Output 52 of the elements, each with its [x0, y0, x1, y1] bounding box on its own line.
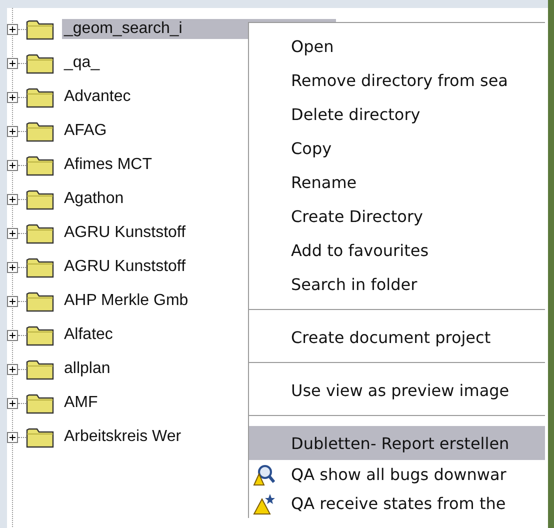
folder-icon [26, 18, 54, 40]
folder-label[interactable]: AGRU Kunststoff [62, 223, 188, 243]
menu-item[interactable]: Delete directory [249, 97, 545, 131]
menu-item[interactable]: QA receive states from the [249, 489, 545, 518]
folder-label[interactable]: AHP Merkle Gmb [62, 291, 190, 311]
folder-icon [26, 86, 54, 108]
folder-label[interactable]: Alfatec [62, 325, 115, 345]
folder-label[interactable]: Arbeitskreis Wer [62, 427, 184, 447]
folder-label[interactable]: AGRU Kunststoff [62, 257, 188, 277]
folder-label[interactable]: Afimes MCT [62, 155, 154, 175]
folder-label[interactable]: AMF [62, 393, 100, 413]
folder-icon [26, 188, 54, 210]
menu-item[interactable]: Rename [249, 165, 545, 199]
folder-icon [26, 154, 54, 176]
menu-item[interactable]: Use view as preview image [249, 373, 545, 407]
menu-item[interactable]: QA show all bugs downwar [249, 460, 545, 489]
expand-icon[interactable] [7, 296, 18, 306]
folder-icon [26, 120, 54, 142]
expand-icon[interactable] [7, 58, 18, 68]
expand-icon[interactable] [7, 194, 18, 204]
folder-icon [26, 222, 54, 244]
folder-icon [26, 256, 54, 278]
expand-icon[interactable] [7, 262, 18, 272]
expand-icon[interactable] [7, 160, 18, 170]
expand-icon[interactable] [7, 398, 18, 408]
menu-item[interactable]: Remove directory from sea [249, 63, 545, 97]
menu-item[interactable]: Dubletten- Report erstellen [249, 426, 545, 460]
expand-icon[interactable] [7, 228, 18, 238]
expand-icon[interactable] [7, 330, 18, 340]
folder-label[interactable]: Advantec [62, 87, 133, 107]
folder-label[interactable]: allplan [62, 359, 112, 379]
folder-label[interactable]: Agathon [62, 189, 126, 209]
magnifier-warning-icon [253, 464, 275, 486]
folder-icon [26, 358, 54, 380]
folder-icon [26, 52, 54, 74]
folder-icon [26, 392, 54, 414]
expand-icon[interactable] [7, 432, 18, 442]
menu-item[interactable]: Create Directory [249, 199, 545, 233]
menu-item[interactable]: Copy [249, 131, 545, 165]
folder-icon [26, 324, 54, 346]
menu-item[interactable]: Add to favourites [249, 233, 545, 267]
menu-item[interactable]: Search in folder [249, 267, 545, 301]
folder-icon [26, 426, 54, 448]
expand-icon[interactable] [7, 126, 18, 136]
expand-icon[interactable] [7, 364, 18, 374]
menu-item[interactable]: Create document project [249, 320, 545, 354]
expand-icon[interactable] [7, 24, 18, 34]
folder-icon [26, 290, 54, 312]
expand-icon[interactable] [7, 92, 18, 102]
folder-label[interactable]: AFAG [62, 121, 109, 141]
folder-label[interactable]: _qa_ [62, 53, 102, 73]
warning-star-icon [253, 493, 275, 515]
